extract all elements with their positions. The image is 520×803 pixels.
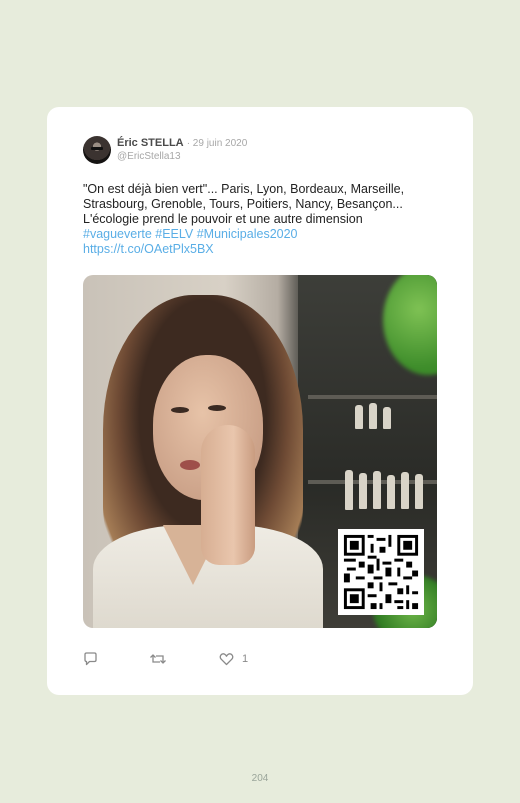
qr-code[interactable] xyxy=(338,529,424,615)
author-line: Éric STELLA · 29 juin 2020 xyxy=(117,137,247,150)
heart-icon xyxy=(219,653,234,666)
tweet-date[interactable]: · 29 juin 2020 xyxy=(187,138,248,149)
qr-code-graphic xyxy=(338,529,424,615)
media-person-eye xyxy=(208,405,226,411)
tweet-text-line: "On est déjà bien vert"... Paris, Lyon, … xyxy=(83,182,405,196)
tweet-text-line: L'écologie prend le pouvoir et une autre… xyxy=(83,212,363,226)
tweet-text: "On est déjà bien vert"... Paris, Lyon, … xyxy=(83,182,443,257)
reply-icon xyxy=(84,652,97,666)
author-handle[interactable]: @EricStella13 xyxy=(117,151,181,163)
tweet-actions: 1 xyxy=(83,651,303,667)
media-person-eye xyxy=(171,407,189,413)
retweet-button[interactable] xyxy=(149,651,167,667)
like-count: 1 xyxy=(242,653,249,665)
tweet-link[interactable]: https://t.co/OAetPlx5BX xyxy=(83,242,443,257)
tweet-media[interactable] xyxy=(83,275,437,628)
tweet-text-line: Strasbourg, Grenoble, Tours, Poitiers, N… xyxy=(83,197,403,211)
media-shelf xyxy=(308,395,437,399)
reply-button[interactable] xyxy=(83,651,98,667)
media-person-mouth xyxy=(180,460,200,470)
media-person-hand xyxy=(201,425,255,565)
author-name[interactable]: Éric STELLA xyxy=(117,137,184,149)
like-button[interactable]: 1 xyxy=(219,651,248,667)
hashtags[interactable]: #vagueverte #EELV #Municipales2020 xyxy=(83,227,443,242)
page-number: 204 xyxy=(251,773,269,784)
avatar[interactable] xyxy=(83,136,111,164)
retweet-icon xyxy=(150,654,166,664)
tweet-card: Éric STELLA · 29 juin 2020 @EricStella13… xyxy=(47,107,473,695)
